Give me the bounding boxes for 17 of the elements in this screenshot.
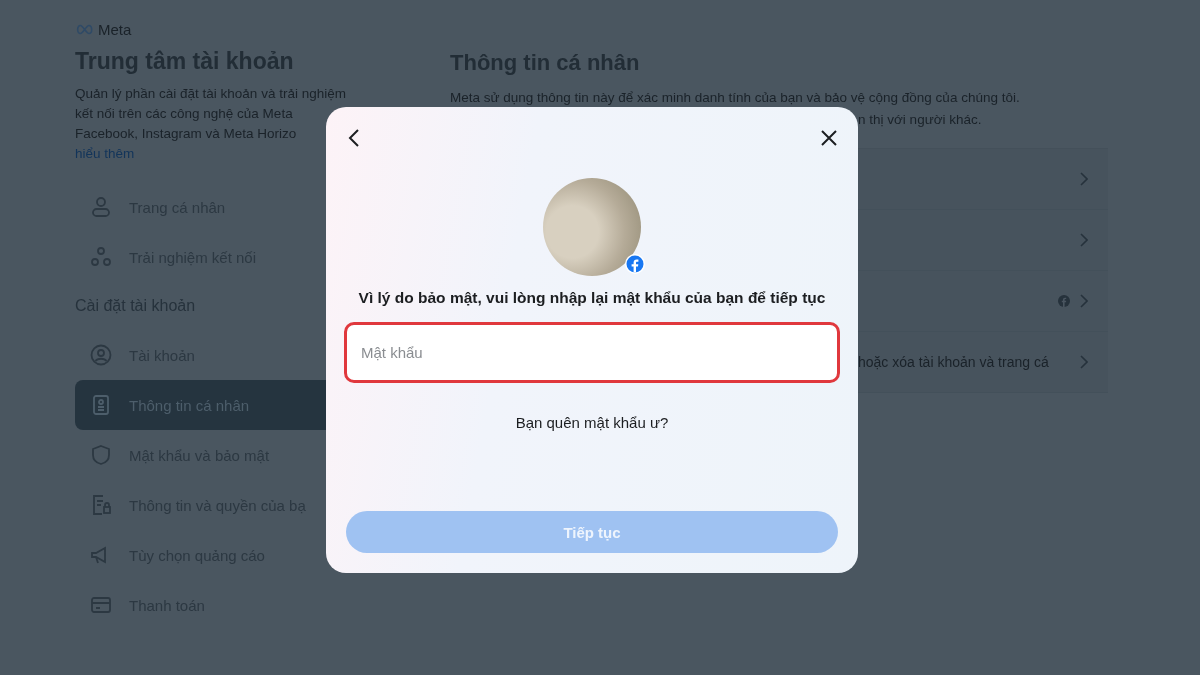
forgot-password-link[interactable]: Bạn quên mật khẩu ư? — [515, 414, 669, 431]
chevron-right-icon — [1080, 294, 1088, 308]
meta-logo-icon — [75, 23, 95, 35]
chevron-right-icon — [1080, 233, 1088, 247]
person-icon — [89, 195, 113, 219]
connected-circles-icon — [89, 245, 113, 269]
close-icon[interactable] — [820, 129, 838, 147]
shield-icon — [89, 443, 113, 467]
back-icon[interactable] — [348, 128, 360, 148]
dialog-prompt: Vì lý do bảo mật, vui lòng nhập lại mật khẩu của bạn để tiếp tục — [357, 289, 827, 307]
account-circle-icon — [89, 343, 113, 367]
chevron-right-icon — [1080, 355, 1088, 369]
facebook-icon — [625, 254, 645, 274]
password-field[interactable]: Mật khẩu — [344, 322, 840, 383]
facebook-icon — [1058, 295, 1070, 307]
chevron-right-icon — [1080, 172, 1088, 186]
learn-more-link[interactable]: hiểu thêm — [75, 144, 135, 164]
